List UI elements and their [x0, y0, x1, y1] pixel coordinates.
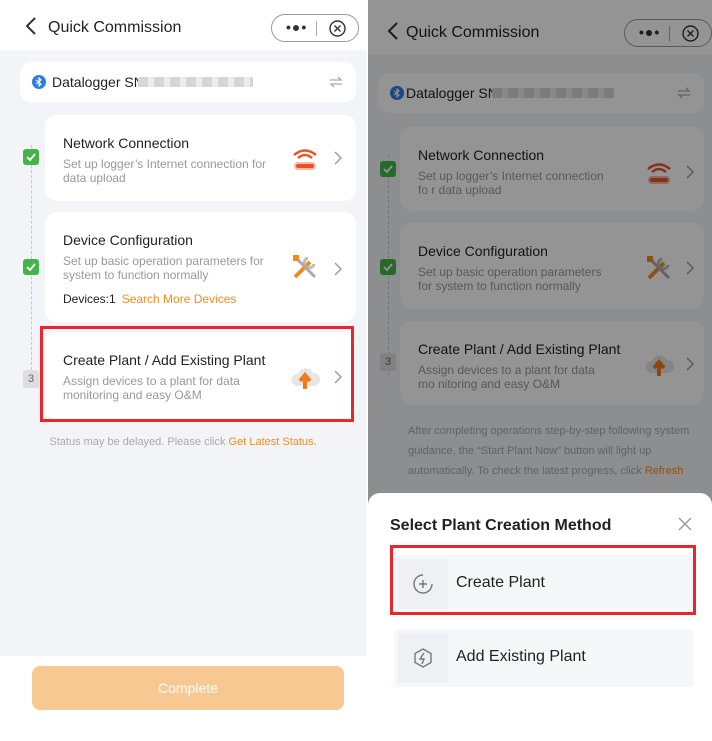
device-count: Devices:1	[63, 292, 116, 306]
status-text: Status may be delayed. Please click	[49, 436, 226, 448]
chevron-right-icon	[334, 262, 342, 276]
page-title: Quick Commission	[48, 19, 182, 36]
device-count-row: Devices:1 Search More Devices	[63, 292, 236, 306]
datalogger-sn-bar: Datalogger SN:	[20, 62, 356, 102]
complete-button[interactable]: Complete	[32, 666, 344, 710]
tools-icon	[293, 255, 317, 279]
step-2-check	[23, 259, 39, 275]
right-screen: Quick Commission •●• Datalogger SN Netwo…	[368, 0, 712, 741]
search-more-devices-link[interactable]: Search More Devices	[122, 292, 237, 306]
step-title: Network Connection	[63, 135, 190, 151]
step-description: Set up basic operation parameters for sy…	[63, 254, 264, 282]
left-screen: Quick Commission •●• Datalogger SN: Netw…	[0, 0, 366, 741]
chevron-right-icon	[334, 151, 342, 165]
datalogger-sn-label: Datalogger SN:	[52, 74, 148, 90]
plant-creation-sheet: Select Plant Creation Method Create Plan…	[368, 493, 712, 741]
step-3-number: 3	[23, 370, 39, 388]
more-icon[interactable]: •●•	[286, 19, 307, 35]
nav-bar: Quick Commission •●•	[0, 0, 366, 50]
step-description: Set up logger’s Internet connection for …	[63, 157, 267, 185]
step-card-device-configuration[interactable]: Device Configuration Set up basic operat…	[45, 212, 356, 322]
plant-link-icon	[398, 633, 448, 683]
back-arrow-icon[interactable]	[24, 16, 38, 36]
capsule-divider	[316, 21, 317, 36]
status-hint: Status may be delayed. Please click Get …	[0, 436, 366, 448]
close-circle-icon[interactable]	[328, 19, 347, 38]
step-card-network-connection[interactable]: Network Connection Set up logger’s Inter…	[45, 115, 356, 201]
close-icon[interactable]	[678, 517, 692, 531]
step-title: Device Configuration	[63, 232, 193, 248]
sheet-title: Select Plant Creation Method	[390, 517, 612, 534]
option-label: Add Existing Plant	[456, 648, 586, 665]
highlight-box	[390, 545, 696, 615]
wifi-router-icon	[293, 149, 317, 170]
content-area: Datalogger SN: Network Connection Set up…	[0, 50, 366, 741]
get-latest-status-link[interactable]: Get Latest Status.	[229, 436, 317, 448]
step-1-check	[23, 149, 39, 165]
bluetooth-icon	[32, 75, 46, 89]
highlight-box	[40, 326, 354, 422]
mini-program-capsule: •●•	[271, 14, 359, 42]
swap-icon[interactable]	[328, 74, 344, 90]
sn-masked-value	[138, 77, 253, 87]
add-existing-plant-option[interactable]: Add Existing Plant	[394, 629, 694, 687]
bottom-bar: Complete	[0, 656, 366, 741]
